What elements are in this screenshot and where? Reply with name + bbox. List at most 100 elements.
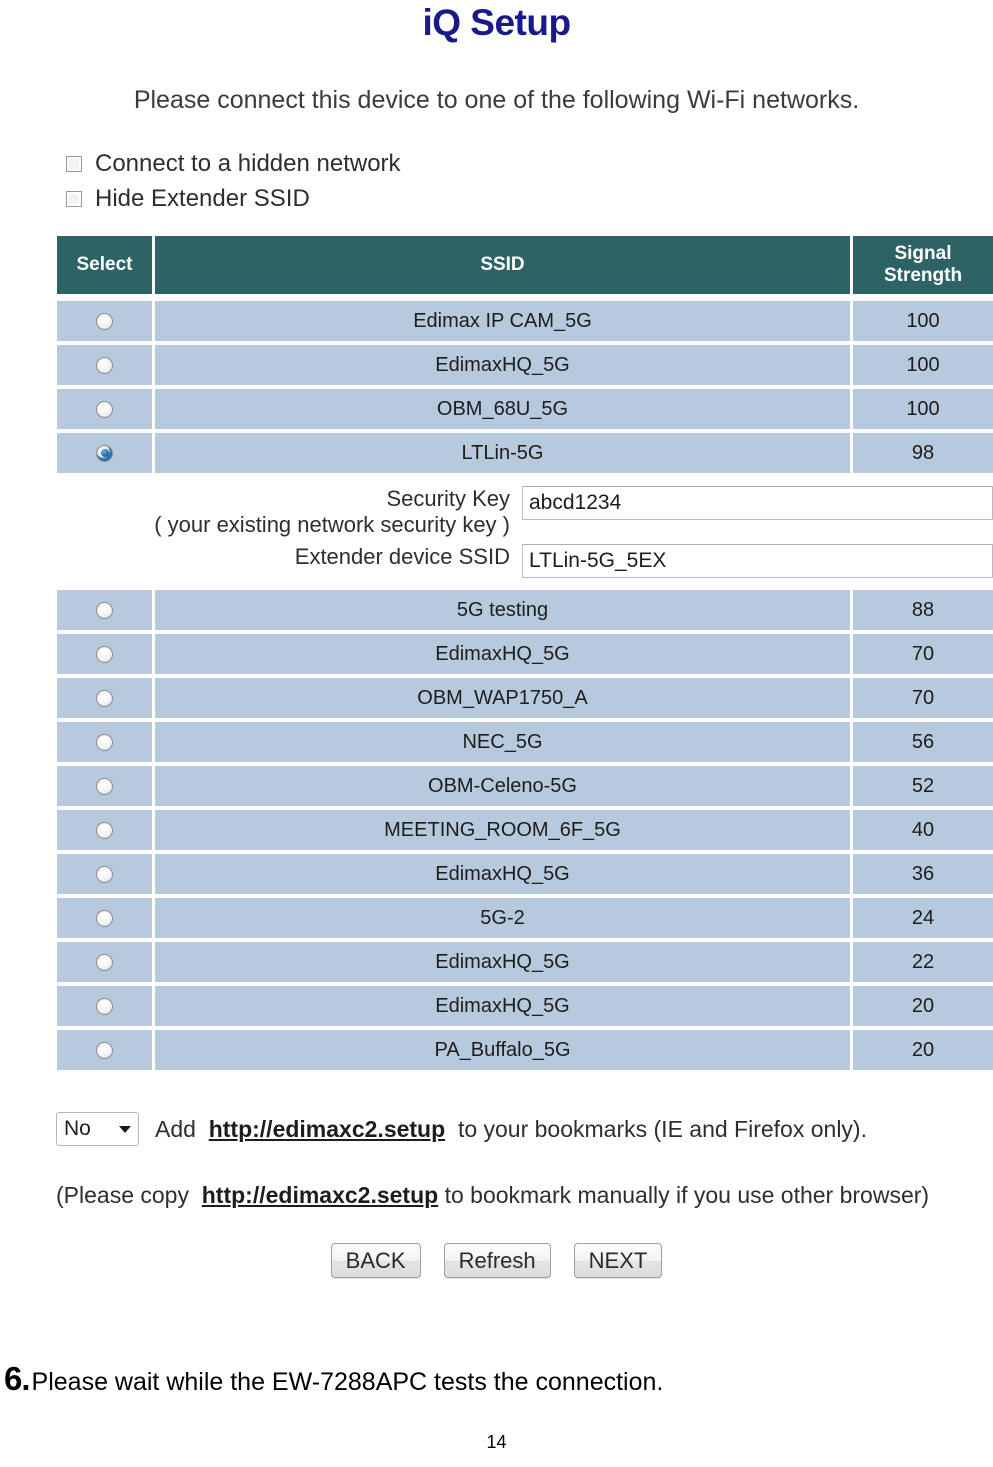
radio-button[interactable] xyxy=(96,400,113,418)
label-security-key-line2: ( your existing network security key ) xyxy=(154,511,510,537)
bookmark-url-link[interactable]: http://edimaxc2.setup xyxy=(209,1116,445,1142)
row-signal-strength: 100 xyxy=(853,389,993,429)
table-row[interactable]: 5G testing 88 xyxy=(57,590,993,630)
column-header-signal-strength: Signal Strength xyxy=(853,236,993,294)
row-ssid: OBM-Celeno-5G xyxy=(155,766,850,806)
table-row[interactable]: EdimaxHQ_5G 36 xyxy=(57,854,993,894)
row-signal-strength: 100 xyxy=(853,301,993,341)
label-security-key-line1: Security Key xyxy=(386,486,511,511)
extender-ssid-input[interactable]: LTLin-5G_5EX xyxy=(522,544,993,578)
radio-button[interactable] xyxy=(96,356,113,374)
row-select-cell[interactable] xyxy=(57,301,152,341)
radio-button[interactable] xyxy=(96,689,113,707)
row-select-cell[interactable] xyxy=(57,678,152,718)
table-row[interactable]: OBM_68U_5G 100 xyxy=(57,389,993,429)
bookmark-row: No Add http://edimaxc2.setup to your boo… xyxy=(56,1112,867,1146)
radio-button[interactable] xyxy=(96,821,113,839)
row-select-cell[interactable] xyxy=(57,942,152,982)
row-select-cell[interactable] xyxy=(57,986,152,1026)
row-ssid: 5G-2 xyxy=(155,898,850,938)
table-row[interactable]: OBM_WAP1750_A 70 xyxy=(57,678,993,718)
radio-button[interactable] xyxy=(96,312,113,330)
row-ssid: OBM_68U_5G xyxy=(155,389,850,429)
row-ssid: EdimaxHQ_5G xyxy=(155,854,850,894)
table-row[interactable]: MEETING_ROOM_6F_5G 40 xyxy=(57,810,993,850)
bookmark-sentence: Add http://edimaxc2.setup to your bookma… xyxy=(155,1116,867,1143)
network-list-table-continued: 5G testing 88 EdimaxHQ_5G 70 OBM_WAP1750… xyxy=(57,590,993,1074)
radio-button[interactable] xyxy=(96,953,113,971)
security-key-input[interactable]: abcd1234 xyxy=(522,486,993,520)
page-title: iQ Setup xyxy=(422,2,571,43)
back-button[interactable]: BACK xyxy=(330,1243,421,1278)
row-select-cell[interactable] xyxy=(57,722,152,762)
credentials-form: Security Key ( your existing network sec… xyxy=(57,486,993,586)
refresh-button[interactable]: Refresh xyxy=(443,1243,551,1278)
table-row[interactable]: PA_Buffalo_5G 20 xyxy=(57,1030,993,1070)
field-row-extender-ssid: Extender device SSID LTLin-5G_5EX xyxy=(57,544,993,578)
table-row[interactable]: EdimaxHQ_5G 20 xyxy=(57,986,993,1026)
next-button[interactable]: NEXT xyxy=(573,1243,663,1278)
radio-button[interactable] xyxy=(96,777,113,795)
bookmark-select[interactable]: No xyxy=(56,1112,139,1146)
table-row[interactable]: NEC_5G 56 xyxy=(57,722,993,762)
row-ssid: OBM_WAP1750_A xyxy=(155,678,850,718)
manual-step-line: 6. Please wait while the EW-7288APC test… xyxy=(4,1360,663,1398)
row-signal-strength: 70 xyxy=(853,678,993,718)
row-ssid: MEETING_ROOM_6F_5G xyxy=(155,810,850,850)
row-ssid: EdimaxHQ_5G xyxy=(155,634,850,674)
radio-button[interactable] xyxy=(96,645,113,663)
radio-button[interactable] xyxy=(96,997,113,1015)
row-select-cell[interactable] xyxy=(57,590,152,630)
radio-button[interactable] xyxy=(96,733,113,751)
row-ssid: PA_Buffalo_5G xyxy=(155,1030,850,1070)
page-subtitle: Please connect this device to one of the… xyxy=(133,86,860,114)
row-select-cell[interactable] xyxy=(57,1030,152,1070)
network-list-table: Select SSID Signal Strength Edimax IP CA… xyxy=(57,236,993,477)
bookmark-suffix: to your bookmarks (IE and Firefox only). xyxy=(457,1115,867,1142)
bookmark-prefix: Add xyxy=(155,1115,196,1142)
checkbox-connect-hidden-network[interactable] xyxy=(66,156,82,172)
row-select-cell[interactable] xyxy=(57,634,152,674)
step-text: Please wait while the EW-7288APC tests t… xyxy=(31,1368,664,1396)
table-row[interactable]: EdimaxHQ_5G 100 xyxy=(57,345,993,385)
row-select-cell[interactable] xyxy=(57,345,152,385)
row-ssid: Edimax IP CAM_5G xyxy=(155,301,850,341)
radio-button-selected[interactable] xyxy=(96,444,113,462)
row-signal-strength: 100 xyxy=(853,345,993,385)
bookmark-note-url-link[interactable]: http://edimaxc2.setup xyxy=(202,1182,438,1208)
radio-button[interactable] xyxy=(96,601,113,619)
table-row[interactable]: Edimax IP CAM_5G 100 xyxy=(57,301,993,341)
row-signal-strength: 70 xyxy=(853,634,993,674)
checkbox-row-connect-hidden-network[interactable]: Connect to a hidden network xyxy=(66,152,401,176)
column-header-signal-line1: Signal xyxy=(894,243,952,265)
column-header-select: Select xyxy=(57,236,152,294)
table-row[interactable]: EdimaxHQ_5G 22 xyxy=(57,942,993,982)
table-row[interactable]: OBM-Celeno-5G 52 xyxy=(57,766,993,806)
button-bar: BACK Refresh NEXT xyxy=(0,1243,993,1278)
row-select-cell[interactable] xyxy=(57,854,152,894)
row-ssid: NEC_5G xyxy=(155,722,850,762)
row-select-cell[interactable] xyxy=(57,433,152,473)
table-row[interactable]: EdimaxHQ_5G 70 xyxy=(57,634,993,674)
checkbox-hide-extender-ssid[interactable] xyxy=(66,191,82,207)
row-select-cell[interactable] xyxy=(57,898,152,938)
table-header-row: Select SSID Signal Strength xyxy=(57,236,993,294)
radio-button[interactable] xyxy=(96,865,113,883)
row-select-cell[interactable] xyxy=(57,810,152,850)
table-row-selected[interactable]: LTLin-5G 98 xyxy=(57,433,993,473)
radio-button[interactable] xyxy=(96,909,113,927)
radio-button[interactable] xyxy=(96,1041,113,1059)
step-number: 6. xyxy=(4,1360,31,1397)
row-select-cell[interactable] xyxy=(57,766,152,806)
row-ssid: EdimaxHQ_5G xyxy=(155,345,850,385)
checkbox-label-hide-extender-ssid: Hide Extender SSID xyxy=(95,185,310,212)
row-ssid: LTLin-5G xyxy=(155,433,850,473)
row-ssid: EdimaxHQ_5G xyxy=(155,942,850,982)
label-security-key: Security Key ( your existing network sec… xyxy=(57,486,522,538)
checkbox-row-hide-extender-ssid[interactable]: Hide Extender SSID xyxy=(66,187,310,211)
row-signal-strength: 20 xyxy=(853,1030,993,1070)
row-signal-strength: 88 xyxy=(853,590,993,630)
table-row[interactable]: 5G-2 24 xyxy=(57,898,993,938)
label-extender-ssid: Extender device SSID xyxy=(294,544,510,569)
row-select-cell[interactable] xyxy=(57,389,152,429)
